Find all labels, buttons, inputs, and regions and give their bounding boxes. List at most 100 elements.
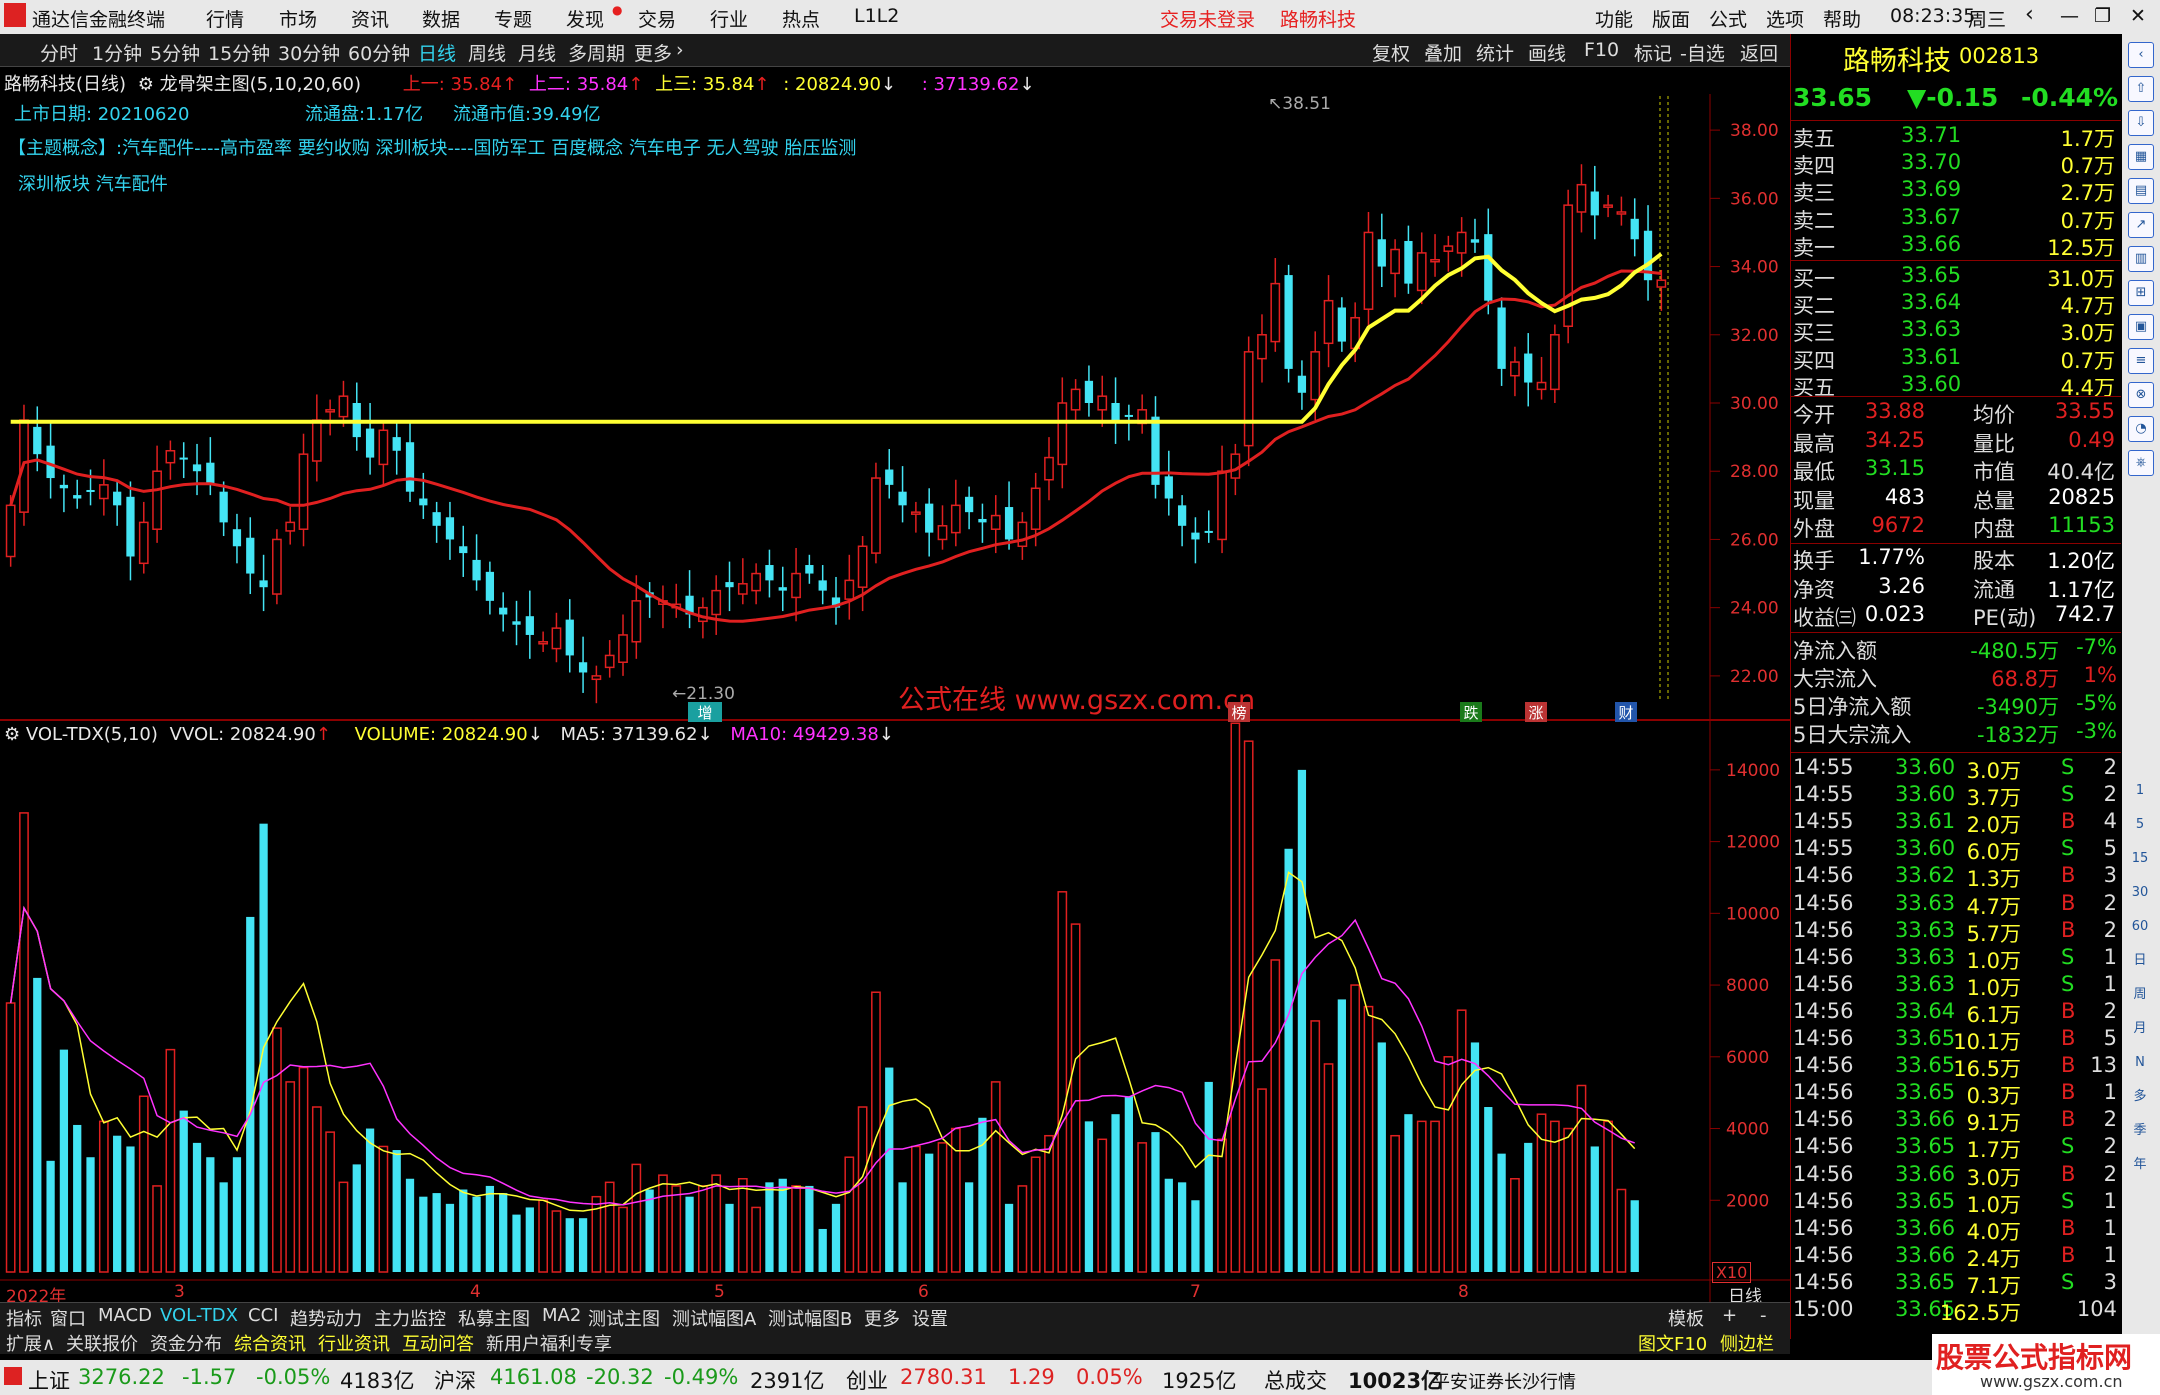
stat-row[interactable]: 现量 483 总量 20825 bbox=[1791, 484, 2121, 513]
stat-row[interactable]: 今开 33.88 均价 33.55 bbox=[1791, 398, 2121, 427]
maximize-icon[interactable]: ❐ bbox=[2094, 5, 2111, 27]
period-shortcut[interactable]: 季 bbox=[2128, 1119, 2152, 1143]
tab-guanlianbaojia[interactable]: 关联报价 bbox=[66, 1330, 138, 1356]
tab-kuozhan[interactable]: 扩展∧ bbox=[6, 1330, 55, 1356]
menu-l1l2[interactable]: L1L2 bbox=[854, 5, 899, 27]
tool-fuquan[interactable]: 复权 bbox=[1372, 39, 1410, 66]
sidebar-tool-icon[interactable]: ⇧ bbox=[2128, 76, 2154, 102]
event-badge-die[interactable]: 跌 bbox=[1460, 702, 1482, 722]
tab-vol-tdx[interactable]: VOL-TDX bbox=[160, 1305, 238, 1326]
flow-row[interactable]: 大宗流入 68.8万 1% bbox=[1791, 662, 2121, 691]
kline-chart[interactable]: 38.00 36.00 34.00 32.00 30.00 28.00 26.00 24.00… bbox=[0, 94, 1790, 1302]
gear-icon[interactable]: ⚙ bbox=[4, 724, 20, 745]
menu-banmian[interactable]: 版面 bbox=[1652, 5, 1690, 32]
bid-row[interactable]: 买一 33.65 31.0万 bbox=[1791, 262, 2121, 291]
tick-row[interactable]: 14:56 33.65 1.0万 S 1 bbox=[1791, 1188, 2121, 1217]
stat-row[interactable]: 最低 33.15 市值 40.4亿 bbox=[1791, 455, 2121, 484]
menu-zixun[interactable]: 资讯 bbox=[351, 5, 389, 32]
flow-row[interactable]: 净流入额 -480.5万 -7% bbox=[1791, 634, 2121, 663]
tick-row[interactable]: 14:56 33.64 6.1万 B 2 bbox=[1791, 998, 2121, 1027]
tick-row[interactable]: 14:56 33.63 1.0万 S 1 bbox=[1791, 971, 2121, 1000]
tab-zonghezixun[interactable]: 综合资讯 bbox=[234, 1330, 306, 1356]
stat-row[interactable]: 收益㈢ 0.023 PE(动) 742.7 bbox=[1791, 601, 2121, 630]
period-shortcut[interactable]: 1 bbox=[2128, 779, 2152, 803]
tick-row[interactable]: 14:56 33.62 1.3万 B 3 bbox=[1791, 862, 2121, 891]
period-weekly[interactable]: 周线 bbox=[468, 39, 506, 66]
tick-row[interactable]: 14:56 33.66 2.4万 B 1 bbox=[1791, 1242, 2121, 1271]
period-fenshi[interactable]: 分时 bbox=[40, 39, 78, 66]
close-icon[interactable]: ✕ bbox=[2130, 5, 2146, 27]
period-daily[interactable]: 日线 bbox=[418, 39, 456, 66]
period-15min[interactable]: 15分钟 bbox=[208, 39, 270, 66]
bid-row[interactable]: 买四 33.61 0.7万 bbox=[1791, 344, 2121, 373]
menu-hangye[interactable]: 行业 bbox=[710, 5, 748, 32]
tool-tongji[interactable]: 统计 bbox=[1476, 39, 1514, 66]
menu-redian[interactable]: 热点 bbox=[782, 5, 820, 32]
vol-indicator-name[interactable]: VOL-TDX(5,10) bbox=[26, 724, 158, 745]
ask-row[interactable]: 卖三 33.69 2.7万 bbox=[1791, 176, 2121, 205]
tab-cci[interactable]: CCI bbox=[248, 1305, 278, 1326]
period-more[interactable]: 更多 bbox=[634, 39, 672, 66]
tool-diejia[interactable]: 叠加 bbox=[1424, 39, 1462, 66]
period-shortcut[interactable]: 月 bbox=[2128, 1017, 2152, 1041]
tick-row[interactable]: 14:56 33.65 16.5万 B 13 bbox=[1791, 1052, 2121, 1081]
period-5min[interactable]: 5分钟 bbox=[150, 39, 200, 66]
menu-faxian[interactable]: 发现 bbox=[566, 5, 604, 32]
menu-jiaoyi[interactable]: 交易 bbox=[638, 5, 676, 32]
tab-tuwen-f10[interactable]: 图文F10 bbox=[1638, 1330, 1707, 1356]
tick-row[interactable]: 14:56 33.63 4.7万 B 2 bbox=[1791, 890, 2121, 919]
gear-icon[interactable]: ⚙ bbox=[138, 74, 154, 95]
tool-f10[interactable]: F10 bbox=[1584, 39, 1619, 61]
tool-fanhui[interactable]: 返回 bbox=[1740, 39, 1778, 66]
tick-row[interactable]: 14:56 33.65 10.1万 B 5 bbox=[1791, 1025, 2121, 1054]
tab-zijinfenbu[interactable]: 资金分布 bbox=[150, 1330, 222, 1356]
tab-ma2[interactable]: MA2 bbox=[542, 1305, 581, 1326]
period-shortcut[interactable]: 日 bbox=[2128, 949, 2152, 973]
sidebar-tool-icon[interactable]: ‹ bbox=[2128, 42, 2154, 68]
period-shortcut[interactable]: 多 bbox=[2128, 1085, 2152, 1109]
tick-row[interactable]: 15:00 33.65 162.5万 104 bbox=[1791, 1296, 2121, 1325]
sidebar-tool-icon[interactable]: ⊗ bbox=[2128, 382, 2154, 408]
sidebar-tool-icon[interactable]: ▣ bbox=[2128, 314, 2154, 340]
cy-index-name[interactable]: 创业 bbox=[846, 1365, 888, 1395]
sidebar-tool-icon[interactable]: ↗ bbox=[2128, 212, 2154, 238]
menu-shichang[interactable]: 市场 bbox=[279, 5, 317, 32]
sidebar-tool-icon[interactable]: ≡ bbox=[2128, 348, 2154, 374]
indicator-name[interactable]: 龙骨架主图(5,10,20,60) bbox=[160, 74, 361, 95]
tab-hudongwenda[interactable]: 互动问答 bbox=[402, 1330, 474, 1356]
tick-row[interactable]: 14:56 33.66 3.0万 B 2 bbox=[1791, 1161, 2121, 1190]
menu-gongneng[interactable]: 功能 bbox=[1595, 5, 1633, 32]
ask-row[interactable]: 卖四 33.70 0.7万 bbox=[1791, 149, 2121, 178]
event-badge-zeng[interactable]: 增 bbox=[688, 702, 722, 722]
stat-row[interactable]: 最高 34.25 量比 0.49 bbox=[1791, 427, 2121, 456]
ask-row[interactable]: 卖五 33.71 1.7万 bbox=[1791, 122, 2121, 151]
tick-row[interactable]: 14:56 33.63 1.0万 S 1 bbox=[1791, 944, 2121, 973]
sidebar-tool-icon[interactable]: ⇩ bbox=[2128, 110, 2154, 136]
period-30min[interactable]: 30分钟 bbox=[278, 39, 340, 66]
bid-row[interactable]: 买五 33.60 4.4万 bbox=[1791, 371, 2121, 400]
minimize-icon[interactable]: — bbox=[2060, 5, 2079, 27]
tick-row[interactable]: 14:55 33.60 3.0万 S 2 bbox=[1791, 754, 2121, 783]
menu-shuju[interactable]: 数据 bbox=[422, 5, 460, 32]
tool-zixuan[interactable]: -自选 bbox=[1680, 39, 1725, 66]
zoom-in-button[interactable]: + bbox=[1722, 1305, 1737, 1326]
period-shortcut[interactable]: 30 bbox=[2128, 881, 2152, 905]
event-badge-zhang[interactable]: 涨 bbox=[1525, 702, 1547, 722]
stat-row[interactable]: 净资 3.26 流通 1.17亿 bbox=[1791, 573, 2121, 602]
tick-row[interactable]: 14:56 33.65 7.1万 S 3 bbox=[1791, 1269, 2121, 1298]
sidebar-tool-icon[interactable]: ▥ bbox=[2128, 246, 2154, 272]
menu-zhuanti[interactable]: 专题 bbox=[494, 5, 532, 32]
sidebar-tool-icon[interactable]: ⊞ bbox=[2128, 280, 2154, 306]
period-shortcut[interactable]: 年 bbox=[2128, 1153, 2152, 1177]
chevron-right-icon[interactable]: › bbox=[676, 39, 684, 61]
bid-row[interactable]: 买三 33.63 3.0万 bbox=[1791, 316, 2121, 345]
period-1min[interactable]: 1分钟 bbox=[92, 39, 142, 66]
menu-hangqing[interactable]: 行情 bbox=[206, 5, 244, 32]
period-multi[interactable]: 多周期 bbox=[568, 39, 625, 66]
sidebar-tool-icon[interactable]: ⎈ bbox=[2128, 450, 2154, 476]
period-monthly[interactable]: 月线 bbox=[518, 39, 556, 66]
tick-row[interactable]: 14:56 33.66 4.0万 B 1 bbox=[1791, 1215, 2121, 1244]
event-badge-bang[interactable]: 榜 bbox=[1228, 702, 1250, 722]
event-badge-cai[interactable]: 财 bbox=[1615, 702, 1637, 722]
tab-xinyonghu[interactable]: 新用户福利专享 bbox=[486, 1330, 612, 1356]
